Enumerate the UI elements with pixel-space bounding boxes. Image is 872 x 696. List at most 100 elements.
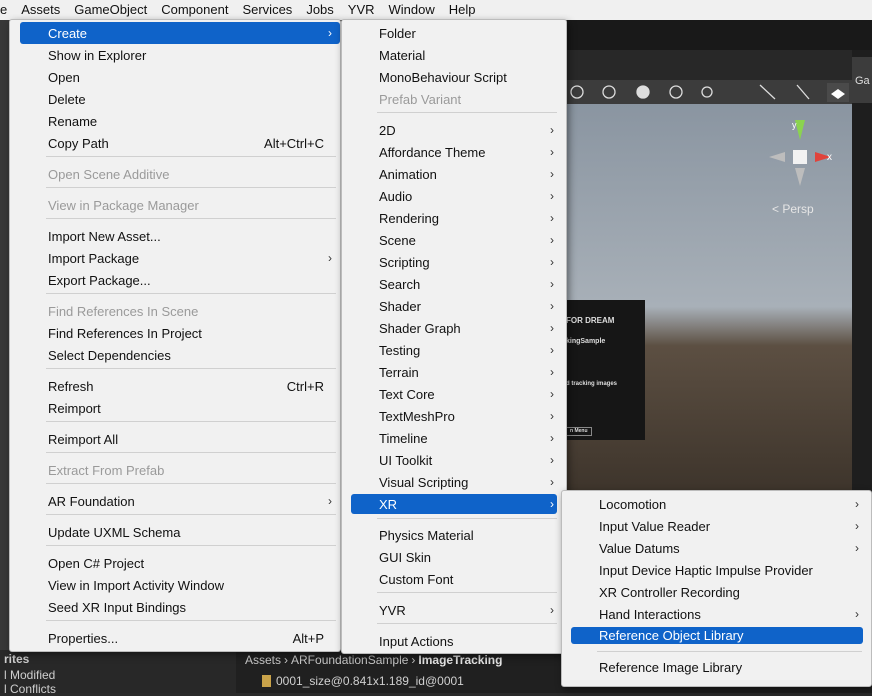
menu-item-gui-skin[interactable]: GUI Skin <box>342 546 566 568</box>
xr-submenu: Locomotion › Input Value Reader › Value Da… <box>561 490 872 687</box>
orientation-gizmo[interactable]: y x <box>765 118 835 188</box>
menu-item-view-in-package-manager: View in Package Manager <box>48 197 199 213</box>
menu-item-properties[interactable]: Properties... Alt+P <box>10 627 340 649</box>
menu-item-reimport-all[interactable]: Reimport All <box>10 428 340 450</box>
menu-item-2d[interactable]: 2D › <box>342 119 566 141</box>
favorites-conflicts[interactable]: l Conflicts <box>4 682 56 696</box>
menu-item-rendering[interactable]: Rendering › <box>342 207 566 229</box>
menu-separator <box>46 293 336 294</box>
sign-subtitle: kingSample <box>566 338 606 345</box>
chevron-right-icon: › <box>550 189 554 203</box>
menu-item-search[interactable]: Search › <box>342 273 566 295</box>
menu-separator <box>46 218 336 219</box>
menu-separator <box>377 112 557 113</box>
menu-item-yvr[interactable]: YVR › <box>342 599 566 621</box>
menu-separator <box>46 545 336 546</box>
game-tab[interactable]: Ga <box>852 57 872 103</box>
menu-item-refresh[interactable]: Refresh Ctrl+R <box>10 375 340 397</box>
menu-item-material[interactable]: Material <box>342 44 566 66</box>
menu-item-testing[interactable]: Testing › <box>342 339 566 361</box>
menu-item-update-uxml-schema[interactable]: Update UXML Schema <box>10 521 340 543</box>
menu-jobs[interactable]: Jobs <box>299 0 340 20</box>
menu-item-reimport[interactable]: Reimport <box>10 397 340 419</box>
menu-item-xr-controller-recording[interactable]: XR Controller Recording <box>562 581 871 603</box>
menu-item-extract-from-prefab: Extract From Prefab <box>48 462 165 478</box>
menu-item-shader-graph[interactable]: Shader Graph › <box>342 317 566 339</box>
shortcut-label: Alt+Ctrl+C <box>264 135 324 151</box>
chevron-right-icon: › <box>550 453 554 467</box>
menu-item-open-csharp-project[interactable]: Open C# Project <box>10 552 340 574</box>
file-name: 0001_size@0.841x1.189_id@0001 <box>276 674 464 688</box>
chevron-right-icon: › <box>550 387 554 401</box>
menu-separator <box>597 651 862 652</box>
menu-item-view-in-import-activity-window[interactable]: View in Import Activity Window <box>10 574 340 596</box>
menu-item-physics-material[interactable]: Physics Material <box>342 524 566 546</box>
menu-item-find-references-in-project[interactable]: Find References In Project <box>10 322 340 344</box>
menu-help[interactable]: Help <box>442 0 483 20</box>
menu-item-monobehaviour-script[interactable]: MonoBehaviour Script <box>342 66 566 88</box>
chevron-right-icon: › <box>550 365 554 379</box>
menu-item-terrain[interactable]: Terrain › <box>342 361 566 383</box>
menu-item-import-new-asset[interactable]: Import New Asset... <box>10 225 340 247</box>
menu-item-value-datums[interactable]: Value Datums › <box>562 537 871 559</box>
menu-item-copy-path[interactable]: Copy Path Alt+Ctrl+C <box>10 132 340 154</box>
menu-item-import-package[interactable]: Import Package › <box>10 247 340 269</box>
menu-item-seed-xr-input-bindings[interactable]: Seed XR Input Bindings <box>10 596 340 618</box>
menu-item-create[interactable]: Create › <box>20 22 340 44</box>
menu-item-select-dependencies[interactable]: Select Dependencies <box>10 344 340 366</box>
shading-wireframe-icon <box>602 85 616 99</box>
favorites-modified[interactable]: l Modified <box>4 668 55 682</box>
menu-item-affordance-theme[interactable]: Affordance Theme › <box>342 141 566 163</box>
menu-item-ar-foundation[interactable]: AR Foundation › <box>10 490 340 512</box>
menu-item-timeline[interactable]: Timeline › <box>342 427 566 449</box>
chevron-right-icon: › <box>411 653 416 667</box>
menu-item-ui-toolkit[interactable]: UI Toolkit › <box>342 449 566 471</box>
menu-edit[interactable]: e <box>0 0 14 20</box>
menu-item-audio[interactable]: Audio › <box>342 185 566 207</box>
breadcrumb-arfoundation[interactable]: ARFoundationSample <box>291 653 408 667</box>
menu-item-textmeshpro[interactable]: TextMeshPro › <box>342 405 566 427</box>
breadcrumb-assets[interactable]: Assets <box>245 653 281 667</box>
gizmo-y-label: y <box>792 120 797 130</box>
menu-item-xr[interactable]: XR › <box>351 494 557 514</box>
menu-window[interactable]: Window <box>382 0 442 20</box>
menu-item-input-device-haptic-impulse-provider[interactable]: Input Device Haptic Impulse Provider <box>562 559 871 581</box>
menu-item-input-actions[interactable]: Input Actions <box>342 630 566 652</box>
menu-item-rename[interactable]: Rename <box>10 110 340 132</box>
perspective-label[interactable]: < Persp <box>772 202 814 216</box>
menu-item-show-in-explorer[interactable]: Show in Explorer <box>10 44 340 66</box>
file-icon <box>262 675 271 687</box>
chevron-right-icon: › <box>550 409 554 423</box>
menu-item-custom-font[interactable]: Custom Font <box>342 568 566 590</box>
menu-item-input-value-reader[interactable]: Input Value Reader › <box>562 515 871 537</box>
chevron-right-icon: › <box>550 233 554 247</box>
menu-item-hand-interactions[interactable]: Hand Interactions › <box>562 603 871 625</box>
menu-item-scripting[interactable]: Scripting › <box>342 251 566 273</box>
menu-item-export-package[interactable]: Export Package... <box>10 269 340 291</box>
breadcrumb-imagetracking[interactable]: ImageTracking <box>418 653 502 667</box>
menu-yvr[interactable]: YVR <box>341 0 382 20</box>
chevron-right-icon: › <box>855 497 859 511</box>
menu-component[interactable]: Component <box>154 0 235 20</box>
menu-item-folder[interactable]: Folder <box>342 22 566 44</box>
menu-services[interactable]: Services <box>235 0 299 20</box>
project-file-row[interactable]: 0001_size@0.841x1.189_id@0001 <box>262 674 464 688</box>
debug-bug-icon <box>701 86 713 98</box>
menu-item-locomotion[interactable]: Locomotion › <box>562 493 871 515</box>
menu-item-visual-scripting[interactable]: Visual Scripting › <box>342 471 566 493</box>
menu-assets[interactable]: Assets <box>14 0 67 20</box>
menu-separator <box>46 514 336 515</box>
scene-toolbar <box>565 80 852 104</box>
chevron-right-icon: › <box>328 494 332 508</box>
menu-gameobject[interactable]: GameObject <box>67 0 154 20</box>
menu-item-delete[interactable]: Delete <box>10 88 340 110</box>
menu-item-reference-object-library[interactable]: Reference Object Library <box>571 627 863 644</box>
menu-item-text-core[interactable]: Text Core › <box>342 383 566 405</box>
menu-item-reference-image-library[interactable]: Reference Image Library <box>562 656 871 678</box>
menu-item-animation[interactable]: Animation › <box>342 163 566 185</box>
menu-item-open[interactable]: Open <box>10 66 340 88</box>
scene-toolbar-icons <box>570 83 849 102</box>
chevron-right-icon: › <box>550 123 554 137</box>
menu-item-scene[interactable]: Scene › <box>342 229 566 251</box>
menu-item-shader[interactable]: Shader › <box>342 295 566 317</box>
